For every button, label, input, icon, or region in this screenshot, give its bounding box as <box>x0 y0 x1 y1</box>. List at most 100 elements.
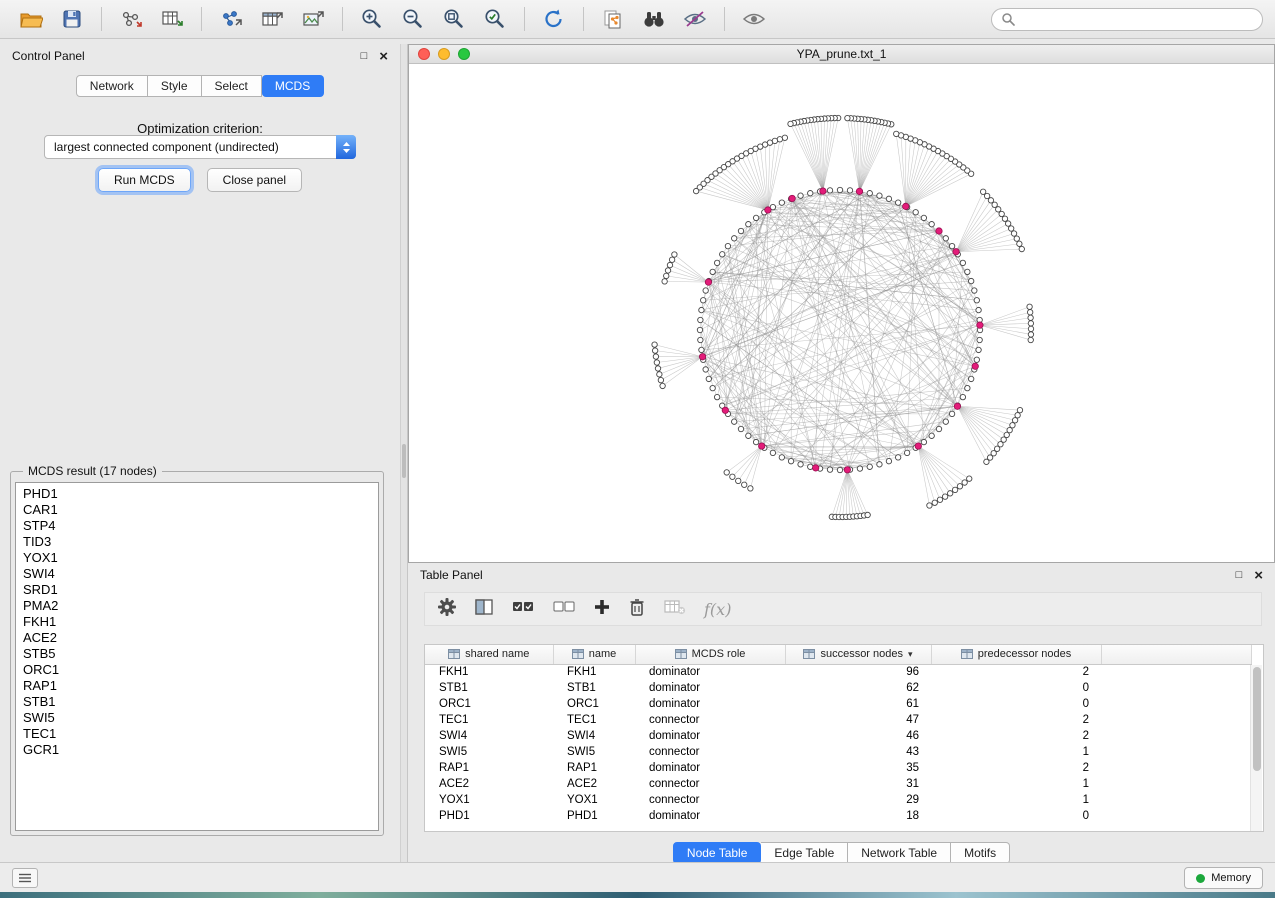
toolbar-separator <box>524 7 525 31</box>
search-input[interactable] <box>1021 12 1253 26</box>
table-scrollbar[interactable] <box>1250 665 1262 831</box>
sort-descending-icon: ▾ <box>908 649 913 660</box>
toolbar-separator <box>201 7 202 31</box>
open-session-button[interactable] <box>12 4 50 34</box>
find-button[interactable] <box>635 4 673 34</box>
float-panel-icon[interactable]: □ <box>1236 570 1243 581</box>
close-panel-button[interactable]: Close panel <box>207 168 302 192</box>
tab-network[interactable]: Network <box>76 75 148 97</box>
column-header-predecessor-nodes[interactable]: predecessor nodes <box>931 645 1101 664</box>
result-item[interactable]: TEC1 <box>23 726 378 742</box>
save-session-button[interactable] <box>53 4 91 34</box>
task-history-button[interactable] <box>12 868 38 888</box>
result-item[interactable]: SRD1 <box>23 582 378 598</box>
table-row[interactable]: SWI5SWI5connector431 <box>425 744 1251 760</box>
float-panel-icon[interactable]: □ <box>361 51 368 62</box>
result-item[interactable]: FKH1 <box>23 614 378 630</box>
table-row[interactable]: STB1STB1dominator620 <box>425 680 1251 696</box>
zoom-selected-button[interactable] <box>476 4 514 34</box>
tab-motifs[interactable]: Motifs <box>951 842 1010 864</box>
gear-icon <box>437 597 457 617</box>
table-row[interactable]: ACE2ACE2connector311 <box>425 776 1251 792</box>
close-panel-icon[interactable]: × <box>1254 568 1263 583</box>
table-row[interactable]: PHD1PHD1dominator180 <box>425 808 1251 824</box>
network-canvas[interactable] <box>409 64 1274 562</box>
result-item[interactable]: PMA2 <box>23 598 378 614</box>
result-item[interactable]: STP4 <box>23 518 378 534</box>
node-table-body: FKH1FKH1dominator962STB1STB1dominator620… <box>425 664 1251 824</box>
column-header-name[interactable]: name <box>553 645 635 664</box>
export-table-button[interactable] <box>253 4 291 34</box>
show-hidden-button[interactable] <box>735 4 773 34</box>
column-header-successor-nodes[interactable]: successor nodes ▾ <box>785 645 931 664</box>
result-item[interactable]: ACE2 <box>23 630 378 646</box>
export-image-button[interactable] <box>294 4 332 34</box>
export-network-button[interactable] <box>212 4 250 34</box>
column-header-shared-name[interactable]: shared name <box>425 645 553 664</box>
criterion-dropdown[interactable]: largest connected component (undirected) <box>44 135 356 159</box>
result-item[interactable]: CAR1 <box>23 502 378 518</box>
table-row[interactable]: ORC1ORC1dominator610 <box>425 696 1251 712</box>
result-item[interactable]: PHD1 <box>23 486 378 502</box>
tab-node-table[interactable]: Node Table <box>673 842 762 864</box>
tab-select[interactable]: Select <box>202 75 262 97</box>
result-item[interactable]: TID3 <box>23 534 378 550</box>
search-box[interactable] <box>991 8 1263 31</box>
table-cell: 61 <box>785 696 931 712</box>
table-cell: dominator <box>635 696 785 712</box>
result-item[interactable]: RAP1 <box>23 678 378 694</box>
table-row[interactable]: RAP1RAP1dominator352 <box>425 760 1251 776</box>
open-folder-icon <box>19 8 43 30</box>
table-cell: connector <box>635 792 785 808</box>
result-item[interactable]: SWI4 <box>23 566 378 582</box>
tab-mcds[interactable]: MCDS <box>262 75 324 97</box>
result-item[interactable]: GCR1 <box>23 742 378 758</box>
close-panel-icon[interactable]: × <box>379 49 388 64</box>
zoom-fit-button[interactable] <box>435 4 473 34</box>
add-row-button[interactable] <box>593 598 611 621</box>
window-maximize-icon[interactable] <box>458 48 470 60</box>
node-table[interactable]: shared name name <box>424 644 1264 832</box>
tab-edge-table[interactable]: Edge Table <box>761 842 848 864</box>
table-settings-button[interactable] <box>437 597 457 622</box>
table-row[interactable]: YOX1YOX1connector291 <box>425 792 1251 808</box>
network-window-titlebar[interactable]: YPA_prune.txt_1 <box>409 45 1274 64</box>
delete-table-button[interactable] <box>663 598 687 621</box>
mcds-result-list[interactable]: PHD1CAR1STP4TID3YOX1SWI4SRD1PMA2FKH1ACE2… <box>15 482 379 831</box>
import-table-button[interactable] <box>153 4 191 34</box>
show-columns-button[interactable] <box>474 598 494 621</box>
zoom-in-button[interactable] <box>353 4 391 34</box>
import-network-button[interactable] <box>112 4 150 34</box>
deselect-all-button[interactable] <box>552 598 576 621</box>
apply-layout-button[interactable] <box>535 4 573 34</box>
table-row[interactable]: TEC1TEC1connector472 <box>425 712 1251 728</box>
run-mcds-button[interactable]: Run MCDS <box>98 168 191 192</box>
splitter-handle[interactable] <box>402 444 406 478</box>
function-builder-button[interactable]: f(x) <box>704 600 731 619</box>
column-header-mcds-role[interactable]: MCDS role <box>635 645 785 664</box>
desktop-background <box>0 892 1275 898</box>
window-minimize-icon[interactable] <box>438 48 450 60</box>
import-table-icon <box>160 8 184 30</box>
result-item[interactable]: STB1 <box>23 694 378 710</box>
table-cell: 2 <box>931 760 1101 776</box>
table-scrollbar-thumb[interactable] <box>1253 667 1261 771</box>
hide-selected-button[interactable] <box>676 4 714 34</box>
table-row[interactable]: FKH1FKH1dominator962 <box>425 664 1251 680</box>
window-close-icon[interactable] <box>418 48 430 60</box>
memory-button[interactable]: Memory <box>1184 867 1263 889</box>
clone-network-button[interactable] <box>594 4 632 34</box>
select-all-button[interactable] <box>511 598 535 621</box>
table-cell: 62 <box>785 680 931 696</box>
zoom-out-button[interactable] <box>394 4 432 34</box>
result-item[interactable]: ORC1 <box>23 662 378 678</box>
tab-style[interactable]: Style <box>148 75 202 97</box>
tab-network-table[interactable]: Network Table <box>848 842 951 864</box>
application-window: Control Panel □ × Network Style Select M… <box>0 0 1275 898</box>
result-item[interactable]: YOX1 <box>23 550 378 566</box>
result-item[interactable]: STB5 <box>23 646 378 662</box>
result-item[interactable]: SWI5 <box>23 710 378 726</box>
delete-row-button[interactable] <box>628 597 646 622</box>
columns-icon <box>474 598 494 616</box>
table-row[interactable]: SWI4SWI4dominator462 <box>425 728 1251 744</box>
